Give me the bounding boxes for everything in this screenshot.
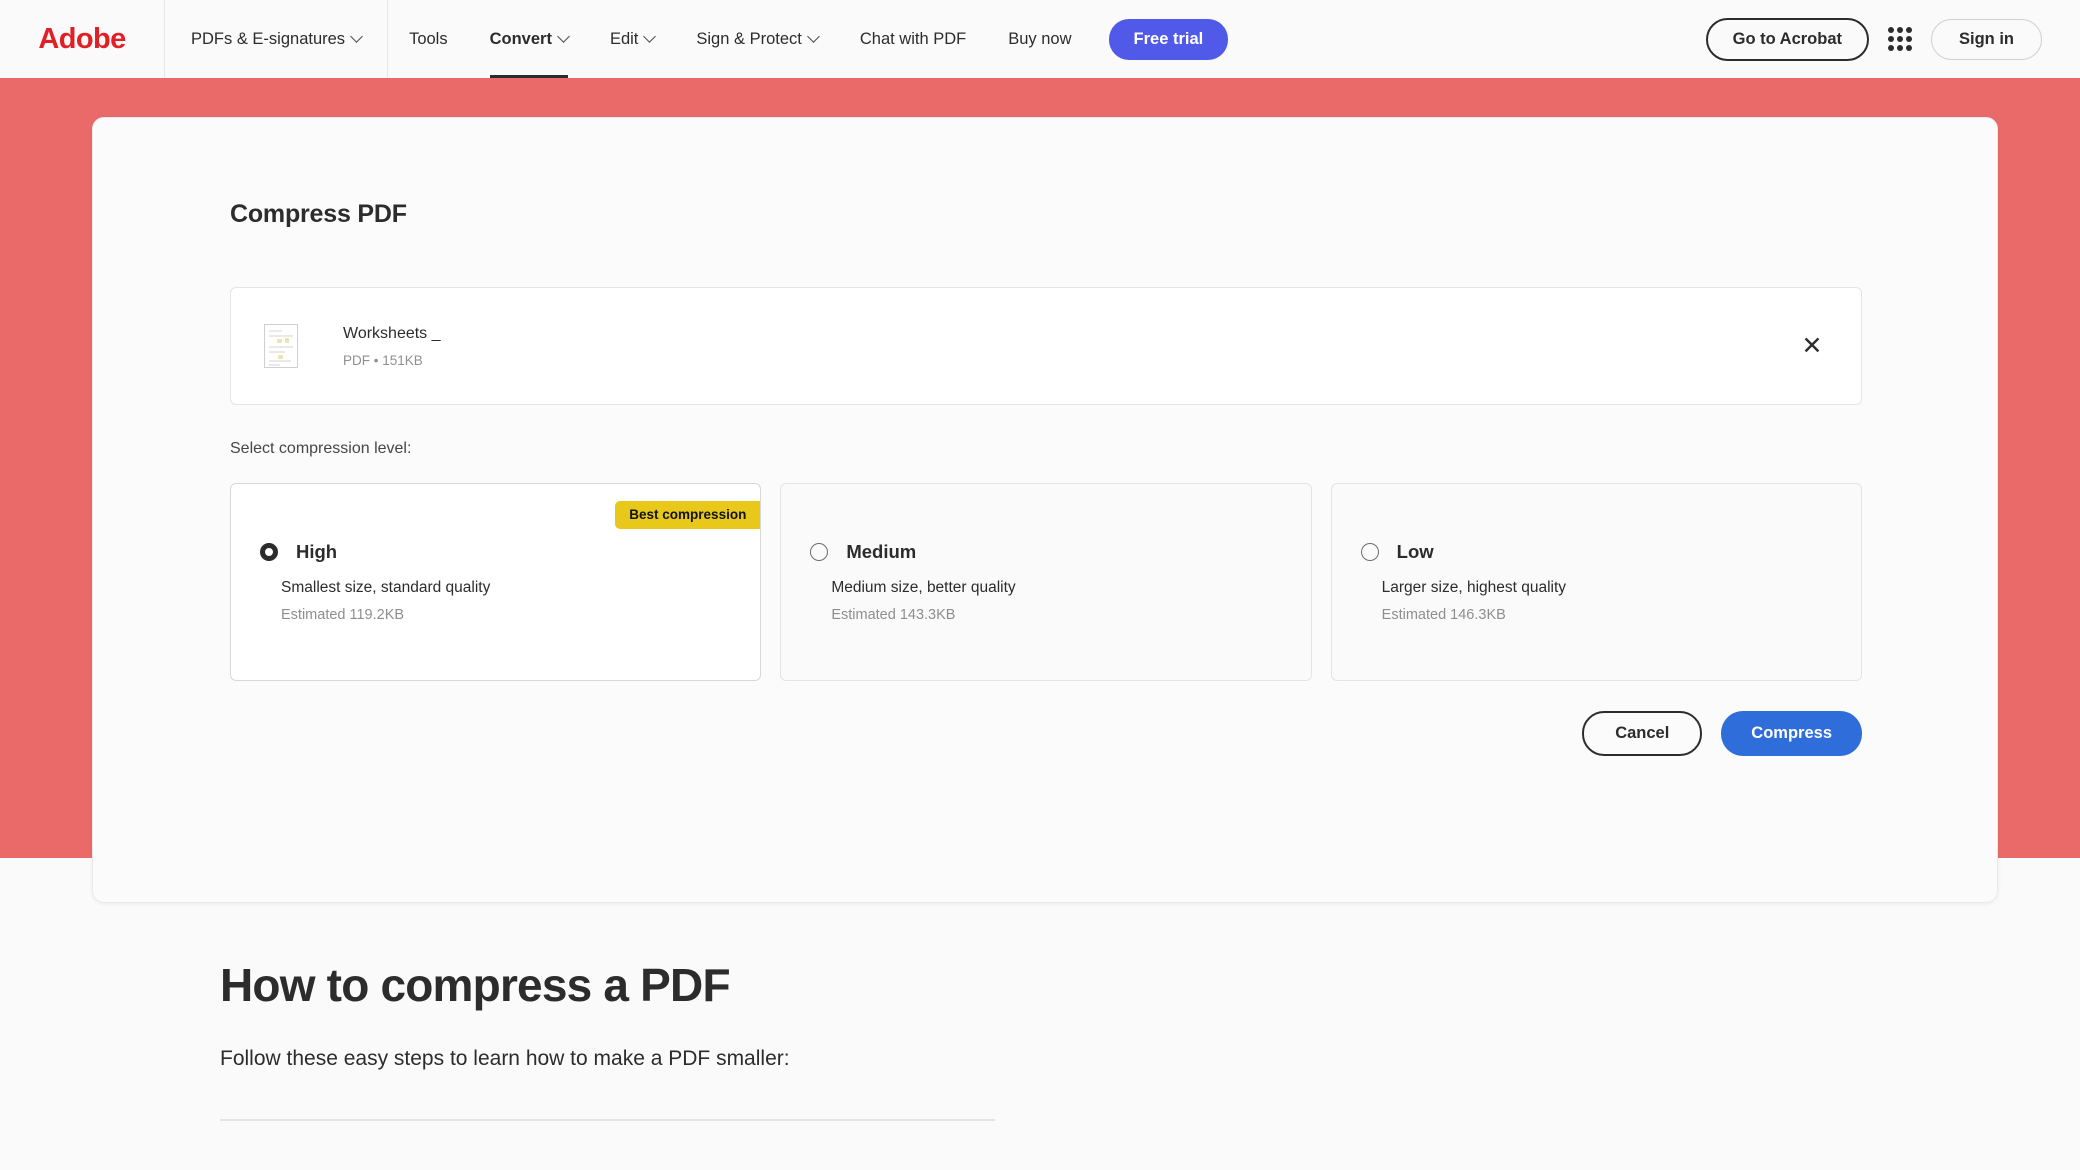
- select-compression-label: Select compression level:: [230, 440, 412, 457]
- compression-options: Best compression High Smallest size, sta…: [230, 483, 1862, 681]
- compression-option-high[interactable]: Best compression High Smallest size, sta…: [230, 483, 762, 681]
- option-description: Medium size, better quality: [831, 579, 1016, 596]
- option-name: Medium: [846, 541, 917, 562]
- close-icon[interactable]: ✕: [1795, 329, 1829, 363]
- sign-in-button[interactable]: Sign in: [1931, 18, 2042, 60]
- option-estimate: Estimated 119.2KB: [281, 607, 405, 623]
- adobe-logo[interactable]: Adobe: [0, 0, 165, 78]
- header-actions: Go to Acrobat Sign in: [1705, 17, 2080, 61]
- grid-dots-icon[interactable]: [1887, 26, 1913, 52]
- compression-option-low[interactable]: Low Larger size, highest quality Estimat…: [1330, 483, 1862, 681]
- main-nav: PDFs & E-signatures Tools Convert Edit S…: [165, 0, 1229, 78]
- nav-item-chat-with-pdf[interactable]: Chat with PDF: [839, 0, 987, 78]
- nav-label: Chat with PDF: [859, 29, 967, 48]
- how-to-paragraph: Follow these easy steps to learn how to …: [220, 1047, 790, 1070]
- nav-item-edit[interactable]: Edit: [589, 0, 675, 78]
- file-type-size: PDF • 151KB: [343, 352, 423, 368]
- radio-low[interactable]: [1360, 543, 1379, 561]
- nav-label: Sign & Protect: [696, 29, 802, 48]
- cancel-button[interactable]: Cancel: [1582, 711, 1703, 756]
- free-trial-button[interactable]: Free trial: [1108, 18, 1229, 60]
- nav-item-buy-now[interactable]: Buy now: [987, 0, 1092, 78]
- radio-medium[interactable]: [810, 543, 829, 561]
- chevron-down-icon: [557, 29, 570, 43]
- best-compression-badge: Best compression: [615, 501, 761, 529]
- nav-label: Tools: [409, 29, 448, 48]
- radio-high[interactable]: [260, 543, 278, 561]
- nav-label: PDFs & E-signatures: [191, 29, 346, 48]
- how-to-section: How to compress a PDF Follow these easy …: [220, 958, 1620, 1121]
- nav-label: Convert: [489, 29, 552, 48]
- nav-label: Edit: [609, 29, 639, 48]
- compress-button[interactable]: Compress: [1721, 711, 1862, 756]
- section-divider: [220, 1119, 995, 1121]
- compress-pdf-card: Compress PDF Worksheets _ PDF • 151KB ✕ …: [92, 117, 1998, 903]
- option-estimate: Estimated 146.3KB: [1381, 607, 1506, 623]
- page-title: Compress PDF: [230, 200, 407, 228]
- nav-item-tools[interactable]: Tools: [388, 0, 469, 78]
- chevron-down-icon: [643, 29, 657, 43]
- adobe-logo-text: Adobe: [38, 22, 126, 55]
- chevron-down-icon: [350, 29, 363, 43]
- option-name: High: [296, 541, 338, 562]
- go-to-acrobat-button[interactable]: Go to Acrobat: [1705, 17, 1869, 61]
- nav-item-pdfs-e-signatures[interactable]: PDFs & E-signatures: [165, 0, 389, 78]
- file-name: Worksheets _: [343, 324, 441, 342]
- site-header: Adobe PDFs & E-signatures Tools Convert …: [0, 0, 2080, 78]
- nav-label: Buy now: [1008, 29, 1072, 48]
- pdf-page-thumbnail: [264, 324, 298, 368]
- card-actions: Cancel Compress: [230, 711, 1862, 756]
- nav-item-sign-protect[interactable]: Sign & Protect: [675, 0, 838, 78]
- option-description: Smallest size, standard quality: [281, 579, 491, 596]
- chevron-down-icon: [806, 29, 820, 43]
- nav-item-convert[interactable]: Convert: [469, 0, 589, 78]
- file-meta: Worksheets _ PDF • 151KB: [343, 325, 441, 368]
- how-to-heading: How to compress a PDF: [220, 959, 731, 1011]
- option-name: Low: [1396, 541, 1434, 562]
- uploaded-file-row: Worksheets _ PDF • 151KB ✕: [230, 287, 1862, 405]
- compression-option-medium[interactable]: Medium Medium size, better quality Estim…: [780, 483, 1312, 681]
- option-description: Larger size, highest quality: [1381, 579, 1567, 596]
- option-estimate: Estimated 143.3KB: [831, 607, 956, 623]
